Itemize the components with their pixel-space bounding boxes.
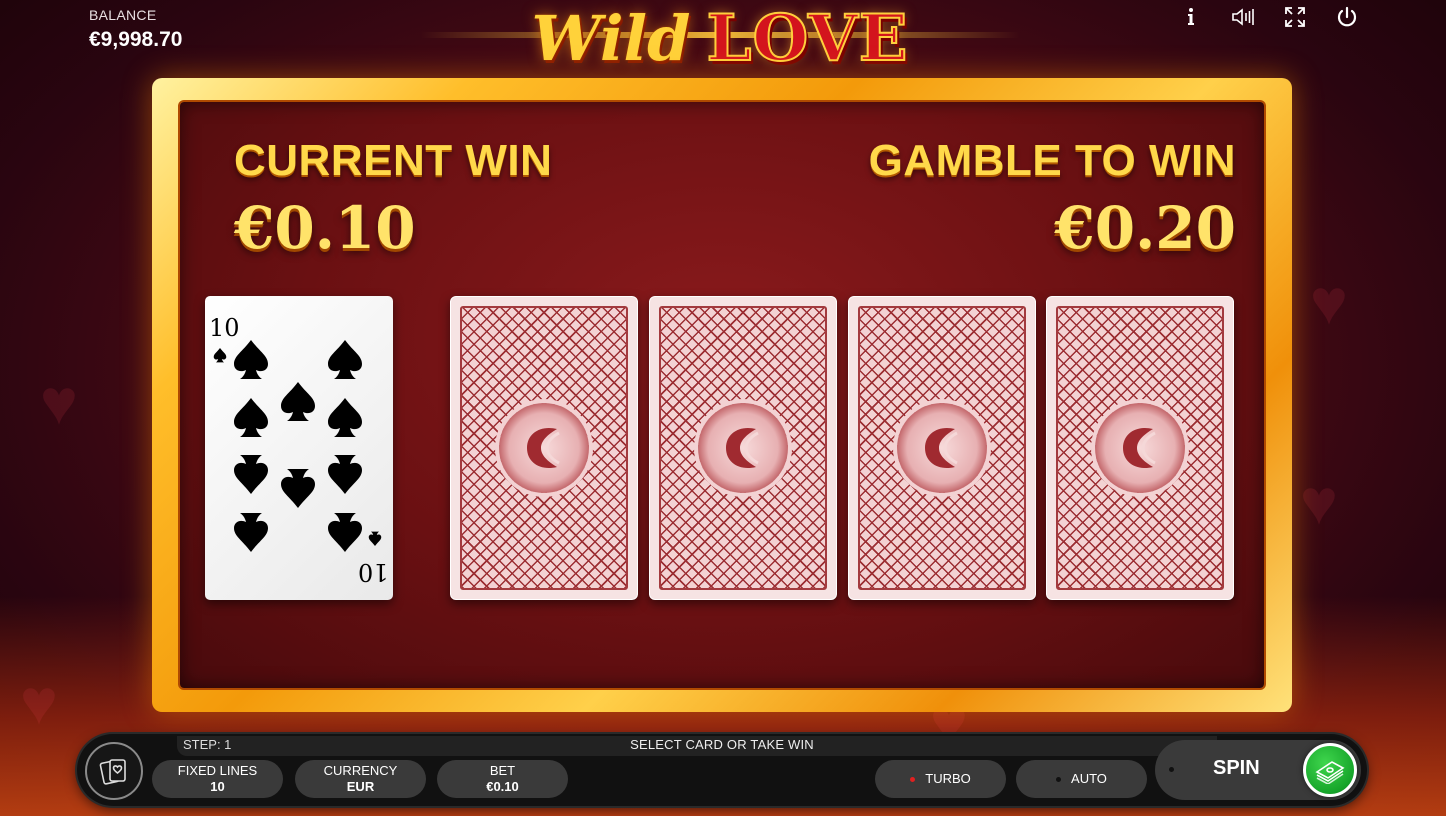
turbo-toggle[interactable]: TURBO: [875, 760, 1006, 798]
money-stack-icon: [1315, 761, 1345, 784]
auto-indicator: [1056, 776, 1062, 782]
heart-decoration: ♥: [1300, 466, 1338, 538]
bet-label: BET: [489, 763, 516, 779]
card-back-emblem: [1095, 403, 1185, 493]
spade-icon: [234, 513, 268, 552]
bet-value: €0.10: [486, 779, 519, 794]
spin-button[interactable]: SPIN: [1155, 740, 1361, 800]
game-logo: Wild LOVE: [420, 0, 1020, 78]
logo-wild-text: Wild: [531, 1, 691, 75]
top-toolbar: [1178, 4, 1360, 30]
spade-icon: [234, 455, 268, 494]
sound-icon[interactable]: [1230, 4, 1256, 30]
gamble-to-win-value: €0.20: [1054, 194, 1236, 262]
fixed-lines-value: 10: [210, 779, 225, 794]
card-back-emblem: [897, 403, 987, 493]
info-icon[interactable]: [1178, 4, 1204, 30]
heart-decoration: ♥: [20, 666, 58, 738]
gamble-frame: CURRENT WIN €0.10 GAMBLE TO WIN €0.20 10…: [152, 78, 1292, 712]
turbo-label: TURBO: [925, 771, 971, 787]
gamble-to-win-label: GAMBLE TO WIN: [868, 136, 1236, 185]
currency-label: CURRENCY: [323, 763, 398, 779]
currency-display: CURRENCY EUR: [295, 760, 426, 798]
card-rank-bottom: 10: [358, 558, 389, 586]
spade-icon: [213, 348, 227, 363]
spade-icon: [281, 382, 315, 421]
spade-icon: [234, 398, 268, 437]
turbo-indicator: [910, 776, 916, 782]
spade-icon: [328, 513, 362, 552]
currency-value: EUR: [346, 779, 375, 794]
spade-icon: [328, 398, 362, 437]
control-bar: STEP: 1 SELECT CARD OR TAKE WIN FIXED LI…: [77, 734, 1367, 806]
fixed-lines-label: FIXED LINES: [177, 763, 258, 779]
power-icon[interactable]: [1334, 4, 1360, 30]
face-down-card-2[interactable]: [649, 296, 837, 600]
fullscreen-icon[interactable]: [1282, 4, 1308, 30]
spade-icon: [281, 469, 315, 508]
spin-indicator: [1169, 767, 1174, 772]
balance-label: BALANCE: [89, 7, 157, 23]
face-down-card-4[interactable]: [1046, 296, 1234, 600]
gamble-panel: CURRENT WIN €0.10 GAMBLE TO WIN €0.20 10…: [180, 102, 1264, 688]
card-back-emblem: [499, 403, 589, 493]
spin-label: SPIN: [1213, 757, 1260, 779]
heart-decoration: ♥: [40, 366, 78, 438]
auto-toggle[interactable]: AUTO: [1016, 760, 1147, 798]
collect-win-button[interactable]: [1303, 743, 1357, 797]
face-down-card-1[interactable]: [450, 296, 638, 600]
current-win-value: €0.10: [234, 194, 416, 262]
card-rank-top: 10: [209, 314, 240, 342]
auto-label: AUTO: [1071, 771, 1107, 787]
spade-icon: [328, 455, 362, 494]
spade-icon: [234, 340, 268, 379]
logo-love-text: LOVE: [705, 0, 909, 77]
fixed-lines-display: FIXED LINES 10: [152, 760, 283, 798]
card-back-emblem: [698, 403, 788, 493]
spade-icon: [368, 531, 382, 546]
balance-value: €9,998.70: [89, 28, 183, 51]
dealer-card: 10 10: [205, 296, 393, 600]
gamble-cards-button[interactable]: [85, 742, 143, 800]
face-down-card-3[interactable]: [848, 296, 1036, 600]
cards-heart-icon: [99, 759, 126, 785]
heart-decoration: ♥: [1310, 266, 1348, 338]
bet-selector[interactable]: BET €0.10: [437, 760, 568, 798]
spade-icon: [328, 340, 362, 379]
current-win-label: CURRENT WIN: [234, 136, 553, 185]
